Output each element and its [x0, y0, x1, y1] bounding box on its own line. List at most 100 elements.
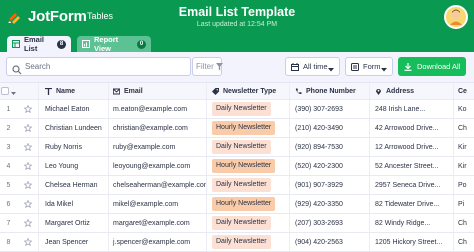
- city-cell[interactable]: Ch: [454, 214, 474, 232]
- column-header-phone[interactable]: Phone Number: [290, 83, 370, 99]
- phone-cell[interactable]: (207) 303-2693: [290, 214, 370, 232]
- table-row[interactable]: 5 Chelsea Herman chelseaherman@example.com…: [0, 176, 474, 195]
- email-cell[interactable]: m.eaton@example.com: [109, 100, 207, 118]
- address-cell[interactable]: 82 Windy Ridge...: [370, 214, 454, 232]
- name-cell[interactable]: Ruby Norris: [39, 138, 109, 156]
- star-cell[interactable]: [17, 233, 39, 251]
- column-header-address[interactable]: Address: [370, 83, 454, 99]
- address-cell[interactable]: 82 Tidewater Drive...: [370, 195, 454, 213]
- table-row[interactable]: 2 Christian Lundeen christian@example.com H…: [0, 119, 474, 138]
- newsletter-cell[interactable]: Daily Newsletter: [207, 138, 290, 156]
- row-number-cell[interactable]: 7: [0, 214, 17, 232]
- phone-cell[interactable]: (901) 907-3929: [290, 176, 370, 194]
- phone-cell[interactable]: (904) 420-2563: [290, 233, 370, 251]
- avatar[interactable]: [444, 5, 468, 29]
- city-cell[interactable]: Pi: [454, 195, 474, 213]
- newsletter-cell[interactable]: Daily Newsletter: [207, 214, 290, 232]
- name-cell[interactable]: Jean Spencer: [39, 233, 109, 251]
- phone-cell[interactable]: (920) 894-7530: [290, 138, 370, 156]
- email-cell[interactable]: ruby@example.com: [109, 138, 207, 156]
- tab-email-list[interactable]: Email List 8: [7, 35, 71, 53]
- download-all-button[interactable]: Download All: [398, 57, 466, 76]
- city-cell[interactable]: Ko: [454, 100, 474, 118]
- star-icon[interactable]: [23, 124, 32, 132]
- newsletter-cell[interactable]: Hourly Newsletter: [207, 195, 290, 213]
- table-row[interactable]: 3 Ruby Norris ruby@example.com Daily Newsle…: [0, 138, 474, 157]
- star-cell[interactable]: [17, 176, 39, 194]
- form-dropdown[interactable]: Form: [345, 57, 393, 76]
- table-row[interactable]: 7 Margaret Ortiz margaret@example.com Daily…: [0, 214, 474, 233]
- page-title[interactable]: Email List Template: [0, 5, 474, 19]
- city-cell[interactable]: Kir: [454, 157, 474, 175]
- address-cell[interactable]: 2957 Seneca Drive...: [370, 176, 454, 194]
- phone-cell[interactable]: (210) 420-3490: [290, 119, 370, 137]
- star-icon[interactable]: [23, 162, 32, 170]
- address-cell[interactable]: 12 Arrowood Drive...: [370, 138, 454, 156]
- filter-button[interactable]: Filter: [192, 57, 223, 76]
- star-cell[interactable]: [17, 214, 39, 232]
- address-cell[interactable]: 42 Arrowood Drive...: [370, 119, 454, 137]
- column-header-city[interactable]: Ce: [454, 83, 474, 99]
- column-header-email[interactable]: Email: [109, 83, 207, 99]
- select-all-cell[interactable]: [0, 83, 17, 99]
- star-icon[interactable]: [23, 238, 32, 246]
- city-cell[interactable]: Ch: [454, 119, 474, 137]
- newsletter-cell[interactable]: Daily Newsletter: [207, 100, 290, 118]
- table-row[interactable]: 4 Leo Young leoyoung@example.com Hourly New…: [0, 157, 474, 176]
- name-cell[interactable]: Chelsea Herman: [39, 176, 109, 194]
- search-input[interactable]: [25, 60, 175, 73]
- name-cell[interactable]: Christian Lundeen: [39, 119, 109, 137]
- chevron-down-icon[interactable]: [11, 90, 16, 95]
- star-icon[interactable]: [23, 181, 32, 189]
- table-row[interactable]: 1 Michael Eaton m.eaton@example.com Daily N…: [0, 100, 474, 119]
- table-row[interactable]: 8 Jean Spencer j.spencer@example.com Daily …: [0, 233, 474, 252]
- name-cell[interactable]: Michael Eaton: [39, 100, 109, 118]
- name-cell[interactable]: Ida Mikel: [39, 195, 109, 213]
- newsletter-cell[interactable]: Hourly Newsletter: [207, 119, 290, 137]
- table-row[interactable]: 6 Ida Mikel mikel@example.com Hourly Newsle…: [0, 195, 474, 214]
- star-icon[interactable]: [23, 200, 32, 208]
- star-icon[interactable]: [23, 219, 32, 227]
- address-cell[interactable]: 52 Ancester Street...: [370, 157, 454, 175]
- row-number-cell[interactable]: 2: [0, 119, 17, 137]
- newsletter-cell[interactable]: Daily Newsletter: [207, 233, 290, 251]
- city-cell[interactable]: Po: [454, 176, 474, 194]
- email-cell[interactable]: j.spencer@example.com: [109, 233, 207, 251]
- newsletter-cell[interactable]: Daily Newsletter: [207, 176, 290, 194]
- row-number-cell[interactable]: 8: [0, 233, 17, 251]
- phone-cell[interactable]: (390) 307-2693: [290, 100, 370, 118]
- row-number-cell[interactable]: 3: [0, 138, 17, 156]
- address-cell[interactable]: 1205 Hickory Street...: [370, 233, 454, 251]
- star-icon[interactable]: [23, 143, 32, 151]
- row-number-cell[interactable]: 5: [0, 176, 17, 194]
- tab-report-view[interactable]: Report View 0: [77, 35, 151, 53]
- star-cell[interactable]: [17, 157, 39, 175]
- column-header-newsletter-type[interactable]: Newsletter Type: [207, 83, 290, 99]
- date-range-dropdown[interactable]: All time: [285, 57, 340, 76]
- star-cell[interactable]: [17, 119, 39, 137]
- star-cell[interactable]: [17, 100, 39, 118]
- email-cell[interactable]: margaret@example.com: [109, 214, 207, 232]
- select-all-checkbox[interactable]: [1, 87, 9, 95]
- name-cell[interactable]: Leo Young: [39, 157, 109, 175]
- city-cell[interactable]: Kir: [454, 138, 474, 156]
- newsletter-cell[interactable]: Hourly Newsletter: [207, 157, 290, 175]
- email-cell[interactable]: chelseaherman@example.com: [109, 176, 207, 194]
- phone-cell[interactable]: (520) 420-2300: [290, 157, 370, 175]
- email-cell[interactable]: leoyoung@example.com: [109, 157, 207, 175]
- tab-label: Report View: [94, 35, 119, 53]
- email-cell[interactable]: mikel@example.com: [109, 195, 207, 213]
- column-header-name[interactable]: Name: [39, 83, 109, 99]
- star-icon[interactable]: [23, 105, 32, 113]
- row-number-cell[interactable]: 1: [0, 100, 17, 118]
- search-box[interactable]: [6, 57, 191, 76]
- row-number-cell[interactable]: 4: [0, 157, 17, 175]
- email-cell[interactable]: christian@example.com: [109, 119, 207, 137]
- row-number-cell[interactable]: 6: [0, 195, 17, 213]
- city-cell[interactable]: Ch: [454, 233, 474, 251]
- name-cell[interactable]: Margaret Ortiz: [39, 214, 109, 232]
- star-cell[interactable]: [17, 195, 39, 213]
- star-cell[interactable]: [17, 138, 39, 156]
- address-cell[interactable]: 248 Irish Lane...: [370, 100, 454, 118]
- phone-cell[interactable]: (929) 420-3350: [290, 195, 370, 213]
